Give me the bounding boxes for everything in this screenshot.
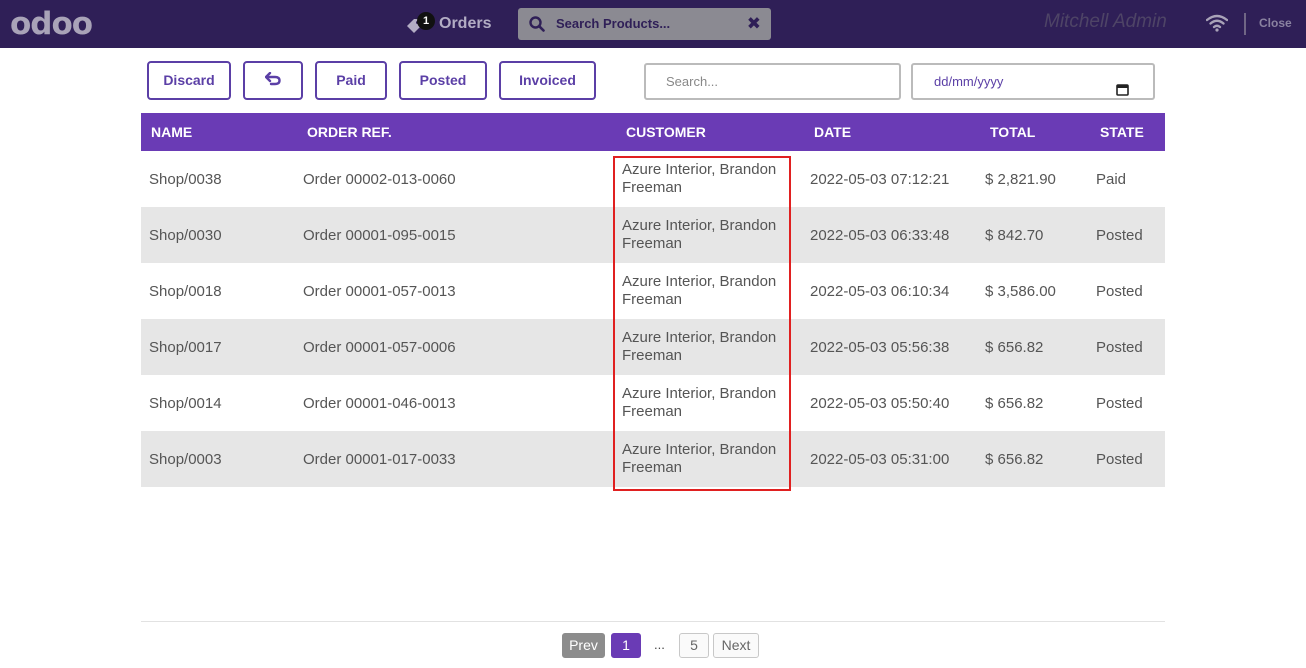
clear-search-icon[interactable]: ✖	[747, 8, 761, 40]
table-row[interactable]: Shop/0038 Order 00002-013-0060 Azure Int…	[141, 151, 1165, 207]
orders-label: Orders	[439, 15, 492, 32]
pager-divider	[141, 621, 1165, 622]
discard-button[interactable]: Discard	[147, 61, 231, 100]
user-name: Mitchell Admin	[1044, 11, 1167, 32]
cell-name: Shop/0014	[149, 394, 222, 412]
cell-state: Posted	[1096, 394, 1143, 412]
cell-date: 2022-05-03 05:50:40	[810, 394, 950, 412]
header-order-ref[interactable]: ORDER REF.	[307, 113, 392, 151]
cell-customer: Azure Interior, Brandon Freeman	[622, 329, 777, 364]
date-filter-input[interactable]: dd/mm/yyyy	[911, 63, 1155, 100]
cell-total: $ 656.82	[985, 338, 1044, 356]
back-button[interactable]	[243, 61, 303, 100]
next-page-button[interactable]: Next	[713, 633, 759, 658]
search-products-input[interactable]: Search Products...	[556, 8, 670, 40]
cell-customer: Azure Interior, Brandon Freeman	[622, 273, 777, 308]
orders-count-badge: 1	[417, 12, 435, 30]
topbar-divider	[1244, 13, 1246, 35]
prev-page-button[interactable]: Prev	[562, 633, 605, 658]
search-icon	[529, 16, 545, 37]
cell-date: 2022-05-03 06:33:48	[810, 226, 950, 244]
cell-order-ref: Order 00001-017-0033	[303, 450, 456, 468]
table-row[interactable]: Shop/0014 Order 00001-046-0013 Azure Int…	[141, 375, 1165, 431]
orders-menu[interactable]: 1 Orders	[405, 8, 491, 40]
tag-icon: 1	[405, 12, 435, 35]
cell-state: Posted	[1096, 450, 1143, 468]
table-row[interactable]: Shop/0017 Order 00001-057-0006 Azure Int…	[141, 319, 1165, 375]
page-button-current[interactable]: 1	[611, 633, 641, 658]
header-customer[interactable]: CUSTOMER	[626, 113, 706, 151]
posted-filter-button[interactable]: Posted	[399, 61, 487, 100]
cell-total: $ 842.70	[985, 226, 1044, 244]
order-search-input[interactable]: Search...	[644, 63, 901, 100]
cell-total: $ 656.82	[985, 394, 1044, 412]
top-bar: odoo 1 Orders Search Products... ✖ Mitch…	[0, 0, 1306, 48]
cell-order-ref: Order 00001-046-0013	[303, 394, 456, 412]
odoo-logo: odoo	[10, 6, 93, 42]
cell-state: Paid	[1096, 170, 1127, 188]
table-row[interactable]: Shop/0018 Order 00001-057-0013 Azure Int…	[141, 263, 1165, 319]
cell-name: Shop/0030	[149, 226, 222, 244]
cell-customer: Azure Interior, Brandon Freeman	[622, 161, 777, 196]
cell-state: Posted	[1096, 282, 1143, 300]
cell-order-ref: Order 00002-013-0060	[303, 170, 456, 188]
cell-customer: Azure Interior, Brandon Freeman	[622, 441, 777, 476]
cell-order-ref: Order 00001-095-0015	[303, 226, 456, 244]
orders-table-header: NAME ORDER REF. CUSTOMER DATE TOTAL STAT…	[141, 113, 1165, 151]
cell-customer: Azure Interior, Brandon Freeman	[622, 217, 777, 252]
invoiced-filter-button[interactable]: Invoiced	[499, 61, 596, 100]
table-row[interactable]: Shop/0030 Order 00001-095-0015 Azure Int…	[141, 207, 1165, 263]
header-name[interactable]: NAME	[151, 113, 192, 151]
wifi-icon	[1205, 14, 1229, 37]
cell-state: Posted	[1096, 226, 1143, 244]
cell-date: 2022-05-03 07:12:21	[810, 170, 950, 188]
close-button[interactable]: Close	[1259, 16, 1292, 30]
cell-state: Posted	[1096, 338, 1143, 356]
header-date[interactable]: DATE	[814, 113, 851, 151]
cell-order-ref: Order 00001-057-0013	[303, 282, 456, 300]
calendar-icon[interactable]	[1116, 75, 1129, 108]
cell-total: $ 2,821.90	[985, 170, 1056, 188]
paid-filter-button[interactable]: Paid	[315, 61, 387, 100]
header-state[interactable]: STATE	[1100, 113, 1144, 151]
cell-total: $ 656.82	[985, 450, 1044, 468]
table-row[interactable]: Shop/0003 Order 00001-017-0033 Azure Int…	[141, 431, 1165, 487]
cell-total: $ 3,586.00	[985, 282, 1056, 300]
cell-name: Shop/0018	[149, 282, 222, 300]
undo-arrow-icon	[264, 71, 281, 88]
header-total[interactable]: TOTAL	[990, 113, 1035, 151]
cell-date: 2022-05-03 05:31:00	[810, 450, 950, 468]
cell-name: Shop/0038	[149, 170, 222, 188]
cell-order-ref: Order 00001-057-0006	[303, 338, 456, 356]
search-products-box[interactable]: Search Products... ✖	[518, 8, 771, 40]
cell-name: Shop/0017	[149, 338, 222, 356]
cell-name: Shop/0003	[149, 450, 222, 468]
cell-date: 2022-05-03 06:10:34	[810, 282, 950, 300]
cell-date: 2022-05-03 05:56:38	[810, 338, 950, 356]
page-button-last[interactable]: 5	[679, 633, 709, 658]
date-placeholder: dd/mm/yyyy	[934, 74, 1004, 89]
pager-ellipsis: ...	[654, 637, 665, 652]
cell-customer: Azure Interior, Brandon Freeman	[622, 385, 777, 420]
